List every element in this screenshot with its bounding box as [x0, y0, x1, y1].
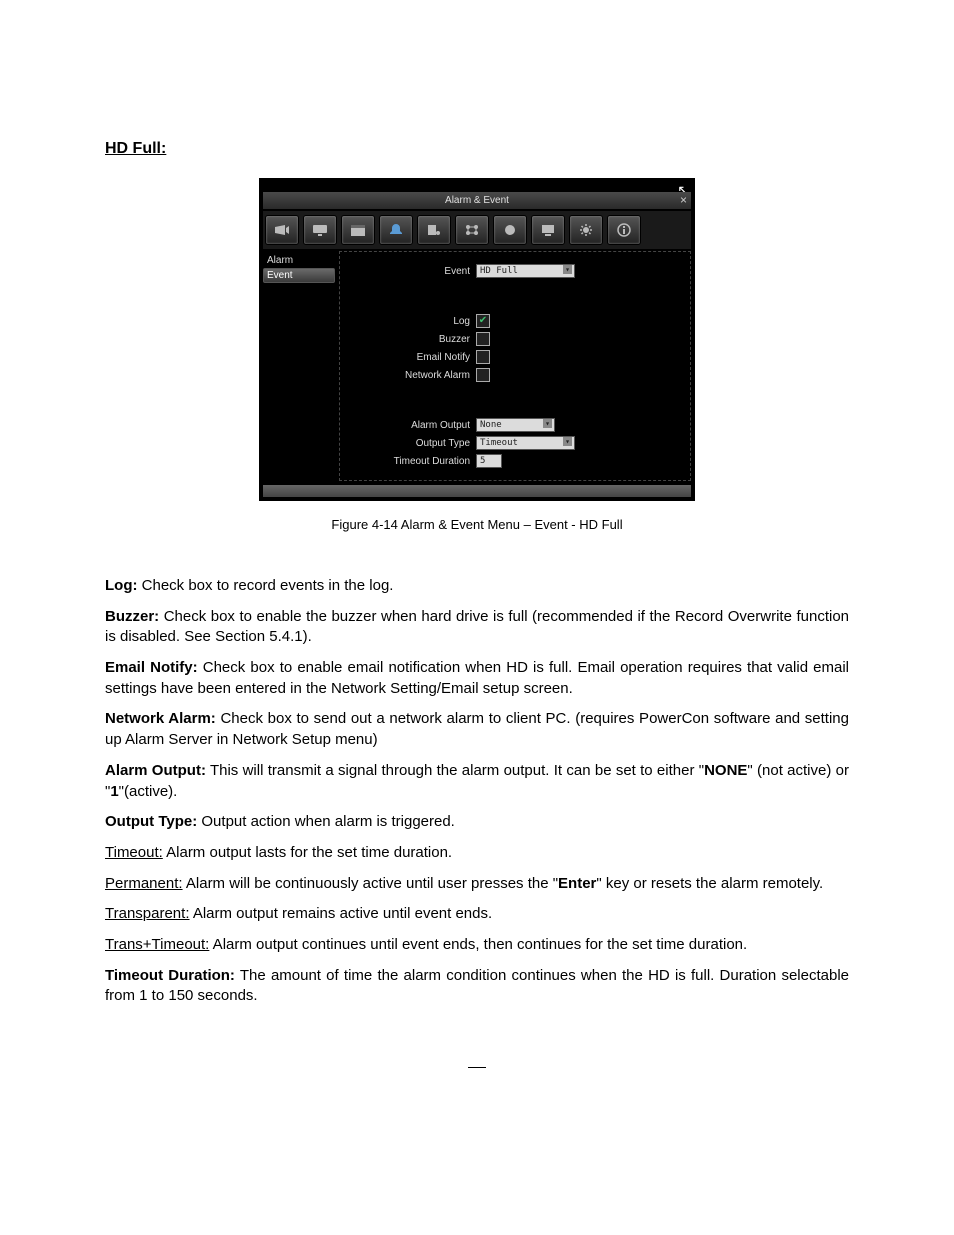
timeout-duration-input[interactable]: 5: [476, 454, 502, 468]
email-notify-checkbox[interactable]: [476, 350, 490, 364]
para-trans-timeout-item: Trans+Timeout: Alarm output continues un…: [105, 935, 849, 956]
dvr-footer-bar: [263, 485, 691, 497]
para-permanent-item: Permanent: Alarm will be continuously ac…: [105, 874, 849, 895]
para-network-alarm: Network Alarm: Check box to send out a n…: [105, 709, 849, 750]
system-icon[interactable]: [569, 215, 603, 245]
para-timeout-item: Timeout: Alarm output lasts for the set …: [105, 843, 849, 864]
para-timeout-duration: Timeout Duration: The amount of time the…: [105, 966, 849, 1007]
output-type-label: Output Type: [350, 438, 476, 449]
para-alarm-output: Alarm Output: This will transmit a signa…: [105, 761, 849, 802]
info-icon[interactable]: [607, 215, 641, 245]
figure-caption: Figure 4-14 Alarm & Event Menu – Event -…: [105, 517, 849, 532]
network-alarm-checkbox[interactable]: [476, 368, 490, 382]
network-icon[interactable]: [455, 215, 489, 245]
para-log: Log: Check box to record events in the l…: [105, 576, 849, 597]
dvr-screenshot: ↖ Alarm & Event × Alarm Eve: [105, 178, 849, 501]
network-alarm-label: Network Alarm: [350, 370, 476, 381]
buzzer-checkbox[interactable]: [476, 332, 490, 346]
dvr-title-text: Alarm & Event: [445, 195, 509, 206]
display-icon[interactable]: [531, 215, 565, 245]
para-email-notify: Email Notify: Check box to enable email …: [105, 658, 849, 699]
schedule-icon[interactable]: [341, 215, 375, 245]
footer-rule: [468, 1067, 486, 1068]
alarm-bell-icon[interactable]: [379, 215, 413, 245]
buzzer-label: Buzzer: [350, 334, 476, 345]
alarm-output-label: Alarm Output: [350, 420, 476, 431]
log-checkbox[interactable]: ✔: [476, 314, 490, 328]
log-label: Log: [350, 316, 476, 327]
sidebar-item-event[interactable]: Event: [263, 268, 335, 283]
event-select[interactable]: HD Full: [476, 264, 575, 278]
dvr-toolbar: [263, 211, 691, 249]
section-heading: HD Full:: [105, 140, 849, 158]
camera-icon[interactable]: [265, 215, 299, 245]
monitor-icon[interactable]: [303, 215, 337, 245]
record-icon[interactable]: [493, 215, 527, 245]
alarm-output-select[interactable]: None: [476, 418, 555, 432]
dvr-sidebar: Alarm Event: [263, 251, 335, 481]
event-label: Event: [350, 266, 476, 277]
output-type-select[interactable]: Timeout: [476, 436, 575, 450]
timeout-duration-label: Timeout Duration: [350, 456, 476, 467]
sidebar-item-alarm[interactable]: Alarm: [263, 253, 335, 268]
para-output-type: Output Type: Output action when alarm is…: [105, 812, 849, 833]
para-transparent-item: Transparent: Alarm output remains active…: [105, 904, 849, 925]
email-notify-label: Email Notify: [350, 352, 476, 363]
close-icon[interactable]: ×: [680, 193, 687, 207]
para-buzzer: Buzzer: Check box to enable the buzzer w…: [105, 607, 849, 648]
dvr-titlebar: Alarm & Event ×: [263, 192, 691, 209]
dvr-window: ↖ Alarm & Event × Alarm Eve: [259, 178, 695, 501]
dvr-content: Event HD Full Log ✔ Buzzer Email Notify: [339, 251, 691, 481]
event-icon[interactable]: [417, 215, 451, 245]
